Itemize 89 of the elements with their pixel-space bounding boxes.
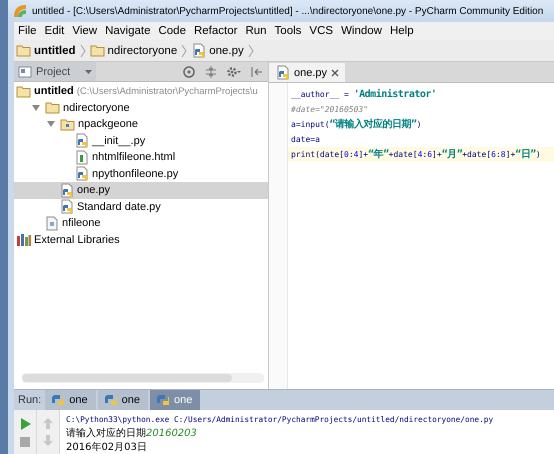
run-tab-label: one bbox=[122, 394, 140, 406]
stop-icon bbox=[19, 436, 31, 448]
item-label: __init__.py bbox=[92, 134, 146, 147]
menu-item[interactable]: Navigate bbox=[101, 25, 154, 37]
item-label: nhtmlfileone.html bbox=[92, 151, 176, 164]
folder-icon bbox=[16, 84, 31, 99]
menu-item[interactable]: Refactor bbox=[190, 25, 242, 37]
python-file-icon bbox=[74, 166, 89, 182]
breadcrumb[interactable]: one.py bbox=[189, 43, 246, 58]
tree-item[interactable]: Standard date.py bbox=[14, 198, 268, 215]
python-file-icon bbox=[74, 133, 89, 148]
hide-panel-icon bbox=[250, 64, 264, 78]
chevron-icon bbox=[80, 44, 86, 58]
code-line: #date="20160503" bbox=[290, 104, 370, 116]
breadcrumb-label: untitled bbox=[34, 44, 76, 56]
run-tab[interactable]: one bbox=[45, 390, 96, 410]
folder-icon bbox=[90, 43, 105, 58]
menu-item[interactable]: Window bbox=[337, 25, 386, 37]
console-line: 2016年02月03日 bbox=[66, 441, 148, 454]
python-file-icon bbox=[275, 65, 290, 80]
tree-item[interactable]: External Libraries bbox=[14, 232, 268, 248]
tree-item[interactable]: nfileone bbox=[14, 215, 268, 232]
down-arrow-icon bbox=[42, 435, 54, 447]
tree-item[interactable]: npackgeone bbox=[14, 116, 268, 132]
python-file-icon bbox=[59, 182, 74, 198]
run-icon bbox=[19, 416, 31, 430]
python-icon bbox=[156, 393, 170, 407]
project-view-icon bbox=[18, 64, 32, 78]
chevron-icon bbox=[248, 44, 254, 58]
breadcrumb[interactable]: ndirectoryone bbox=[88, 43, 180, 58]
tree-item[interactable]: untitled (C:\Users\Administrator\PycharmProjects\u bbox=[14, 83, 268, 100]
run-tab-label: one bbox=[69, 394, 88, 406]
tree-item[interactable]: one.py bbox=[14, 182, 268, 198]
run-label: Run: bbox=[17, 393, 42, 408]
folder-icon bbox=[16, 43, 31, 58]
menu-item[interactable]: Edit bbox=[40, 25, 68, 37]
menu-item[interactable]: Tools bbox=[270, 25, 306, 37]
code-line: a=input(“请输入对应的日期”) bbox=[290, 117, 422, 132]
menu-item[interactable]: VCS bbox=[305, 25, 338, 37]
breadcrumb[interactable]: untitled bbox=[14, 43, 78, 58]
package-folder-icon bbox=[60, 116, 75, 132]
scrollbar-thumb[interactable] bbox=[22, 374, 232, 382]
horizontal-scrollbar[interactable] bbox=[22, 373, 264, 383]
python-file-icon bbox=[191, 43, 206, 58]
panel-title: Project bbox=[36, 66, 70, 78]
python-icon bbox=[104, 393, 118, 407]
target-icon bbox=[182, 64, 196, 78]
text-file-icon bbox=[44, 216, 59, 231]
menu-item[interactable]: Run bbox=[241, 25, 271, 37]
menu-item[interactable]: Code bbox=[154, 25, 190, 37]
item-label: untitled bbox=[34, 85, 74, 98]
books-icon bbox=[16, 232, 31, 248]
editor-tab[interactable]: one.py bbox=[269, 63, 346, 82]
item-label: one.py bbox=[77, 184, 110, 196]
up-arrow-icon bbox=[42, 417, 54, 429]
item-label: nfileone bbox=[62, 217, 101, 230]
tree-item[interactable]: npythonfileone.py bbox=[14, 166, 268, 182]
python-icon bbox=[51, 393, 66, 407]
settings-icon bbox=[226, 64, 242, 78]
run-tab-label: one bbox=[174, 394, 192, 406]
close-icon bbox=[331, 68, 340, 76]
app-logo-icon bbox=[12, 3, 28, 19]
code-line: date=a bbox=[290, 134, 321, 146]
html-file-icon bbox=[74, 150, 89, 165]
item-label: npythonfileone.py bbox=[92, 168, 178, 180]
window-title: untitled - [C:\Users\Administrator\PycharmProjects\untitled] - ...\ndirectoryone\one.py - PyCharm Community Edition bbox=[32, 6, 544, 16]
code-line: __author__ = 'Administrator' bbox=[290, 88, 438, 102]
breadcrumb-label: one.py bbox=[209, 44, 244, 56]
tree-item[interactable]: ndirectoryone bbox=[14, 100, 268, 116]
python-file-icon bbox=[59, 199, 74, 214]
console-line: 请输入对应的日期20160203 bbox=[66, 426, 198, 440]
item-label: npackgeone bbox=[78, 118, 138, 130]
item-label: Standard date.py bbox=[77, 200, 161, 213]
tab-label: one.py bbox=[294, 66, 328, 78]
run-tab[interactable]: one bbox=[98, 390, 148, 410]
menu-item[interactable]: Help bbox=[386, 25, 418, 37]
item-label: ndirectoryone bbox=[63, 102, 130, 114]
menu-item[interactable]: File bbox=[14, 25, 41, 37]
tree-item[interactable]: __init__.py bbox=[14, 132, 268, 149]
view-dropdown[interactable]: Project bbox=[14, 62, 96, 81]
folder-icon bbox=[45, 100, 60, 116]
collapse-icon bbox=[204, 64, 218, 78]
menu-item[interactable]: View bbox=[68, 25, 102, 37]
tree-item[interactable]: nhtmlfileone.html bbox=[14, 149, 268, 166]
caret-icon bbox=[85, 70, 92, 74]
chevron-icon bbox=[181, 44, 188, 58]
breadcrumb-label: ndirectoryone bbox=[108, 44, 178, 56]
path-hint: (C:\Users\Administrator\PycharmProjects\u bbox=[76, 86, 258, 97]
item-label: External Libraries bbox=[34, 234, 120, 246]
